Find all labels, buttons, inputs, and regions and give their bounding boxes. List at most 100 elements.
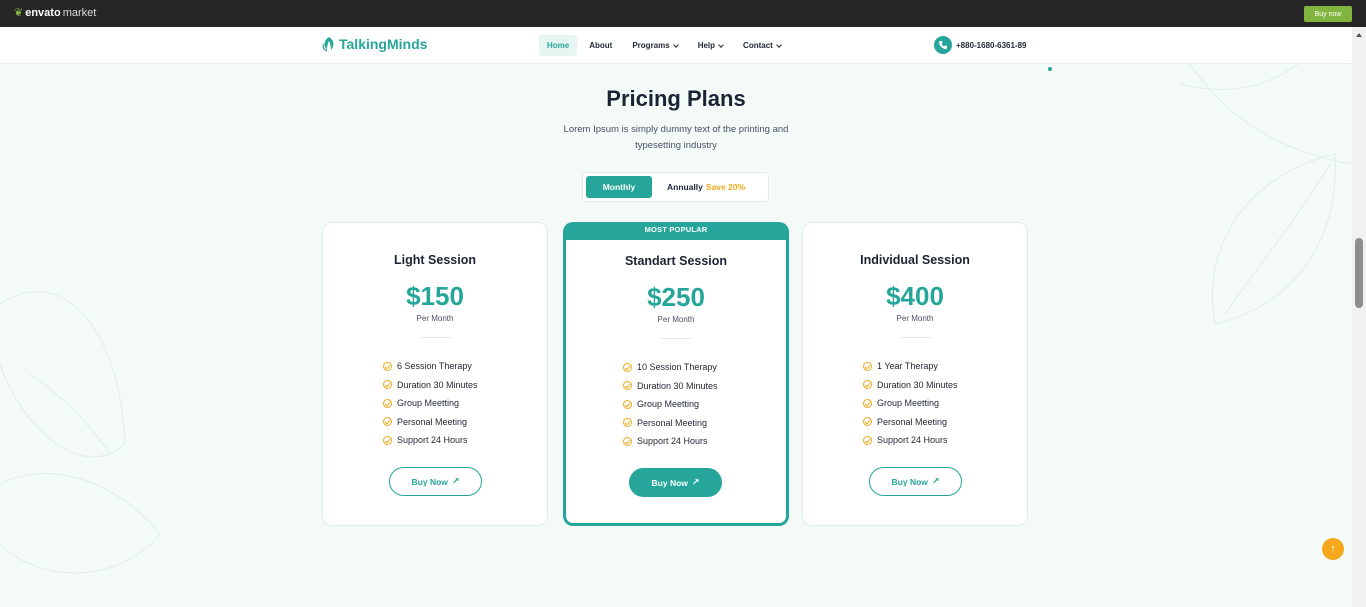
feature-text: Duration 30 Minutes xyxy=(637,380,718,391)
feature-text: Personal Meeting xyxy=(877,416,948,427)
feature-item: Duration 30 Minutes xyxy=(863,376,958,395)
arrow-up-right-icon: ↗ xyxy=(691,477,700,487)
main-menu: Home About Programs Help Contact xyxy=(539,35,793,56)
annually-label: Annually xyxy=(667,182,703,192)
feature-item: Group Meetting xyxy=(383,394,478,413)
check-circle-icon xyxy=(383,361,392,371)
feature-item: Duration 30 Minutes xyxy=(383,376,478,395)
nav-label: Programs xyxy=(632,41,670,50)
feature-text: 6 Session Therapy xyxy=(397,361,472,372)
toggle-annually-button[interactable]: Annually Save 20% xyxy=(667,176,745,198)
feature-item: Personal Meeting xyxy=(623,414,718,433)
page-scrollbar[interactable] xyxy=(1352,27,1366,607)
section-title: Pricing Plans xyxy=(606,86,746,111)
feature-item: 10 Session Therapy xyxy=(623,358,718,377)
feature-text: Support 24 Hours xyxy=(877,435,948,446)
check-circle-icon xyxy=(863,398,872,408)
envato-logo-text: envato xyxy=(25,6,61,19)
nav-item-help[interactable]: Help xyxy=(690,35,731,56)
leaf-icon xyxy=(322,37,334,52)
chevron-down-icon xyxy=(718,41,724,48)
plan-price: $250 xyxy=(647,282,705,312)
pricing-card-light: Light Session $150 Per Month 6 Session T… xyxy=(322,222,548,526)
nav-item-programs[interactable]: Programs xyxy=(624,35,685,56)
feature-text: Duration 30 Minutes xyxy=(877,379,958,390)
feature-text: Group Meetting xyxy=(397,398,460,409)
check-circle-icon xyxy=(383,417,392,427)
envato-top-bar: ❦ envato market Buy now xyxy=(0,0,1366,27)
check-circle-icon xyxy=(863,380,872,390)
arrow-up-right-icon: ↗ xyxy=(931,476,940,486)
feature-list: 6 Session Therapy Duration 30 Minutes Gr… xyxy=(383,357,478,450)
feature-text: Personal Meeting xyxy=(637,417,708,428)
pricing-card-standart: MOST POPULAR Standart Session $250 Per M… xyxy=(563,222,789,526)
plan-price: $400 xyxy=(886,281,944,311)
feature-item: Personal Meeting xyxy=(383,413,478,432)
nav-label: Home xyxy=(547,41,570,50)
arrow-up-icon: ↑ xyxy=(1330,543,1336,555)
feature-item: 6 Session Therapy xyxy=(383,357,478,376)
envato-logo-suffix: market xyxy=(62,6,97,19)
check-circle-icon xyxy=(623,362,632,372)
nav-label: About xyxy=(589,41,613,50)
plan-period: Per Month xyxy=(896,314,934,323)
feature-list: 10 Session Therapy Duration 30 Minutes G… xyxy=(623,358,718,451)
arrow-up-right-icon: ↗ xyxy=(451,476,460,486)
divider xyxy=(661,338,691,339)
buy-now-button[interactable]: Buy Now ↗ xyxy=(869,467,962,496)
toggle-monthly-button[interactable]: Monthly xyxy=(586,176,652,198)
phone-contact[interactable]: +880-1680-6361-89 xyxy=(934,36,1027,54)
scroll-up-arrow-icon[interactable] xyxy=(1356,33,1362,37)
check-circle-icon xyxy=(863,417,872,427)
scroll-to-top-button[interactable]: ↑ xyxy=(1322,538,1344,560)
brand-name: TalkingMinds xyxy=(339,36,428,52)
pricing-card-individual: Individual Session $400 Per Month 1 Year… xyxy=(802,222,1028,526)
feature-item: Group Meetting xyxy=(623,395,718,414)
plan-period: Per Month xyxy=(416,314,454,323)
plan-name: Individual Session xyxy=(860,253,970,267)
feature-item: Group Meetting xyxy=(863,394,958,413)
nav-label: Help xyxy=(697,41,716,50)
buy-now-button[interactable]: Buy Now ↗ xyxy=(389,467,482,496)
feature-item: Personal Meeting xyxy=(863,413,958,432)
feature-text: 1 Year Therapy xyxy=(877,361,938,372)
feature-text: Support 24 Hours xyxy=(397,435,468,446)
scrollbar-thumb[interactable] xyxy=(1355,238,1363,308)
phone-icon xyxy=(934,36,952,54)
nav-item-contact[interactable]: Contact xyxy=(735,35,789,56)
feature-text: 10 Session Therapy xyxy=(637,362,717,373)
save-badge: Save 20% xyxy=(705,182,746,192)
feature-list: 1 Year Therapy Duration 30 Minutes Group… xyxy=(863,357,958,450)
check-circle-icon xyxy=(863,435,872,445)
check-circle-icon xyxy=(383,380,392,390)
feature-item: Support 24 Hours xyxy=(383,431,478,450)
chevron-down-icon xyxy=(672,41,679,48)
divider xyxy=(421,337,451,338)
check-circle-icon xyxy=(623,436,632,446)
buy-now-button[interactable]: Buy Now ↗ xyxy=(629,468,722,497)
check-circle-icon xyxy=(383,398,392,408)
feature-text: Group Meetting xyxy=(637,399,700,410)
feature-text: Support 24 Hours xyxy=(637,436,708,447)
buy-now-label: Buy Now xyxy=(891,476,928,487)
feature-text: Duration 30 Minutes xyxy=(397,379,478,390)
decorative-dot xyxy=(1048,67,1052,71)
section-subtitle: Lorem Ipsum is simply dummy text of the … xyxy=(563,124,789,151)
feature-item: Support 24 Hours xyxy=(623,432,718,451)
feature-item: Support 24 Hours xyxy=(863,431,958,450)
billing-toggle: Monthly Annually Save 20% xyxy=(582,172,769,202)
feature-item: 1 Year Therapy xyxy=(863,357,958,376)
feature-item: Duration 30 Minutes xyxy=(623,377,718,396)
check-circle-icon xyxy=(383,435,392,445)
divider xyxy=(901,337,931,338)
nav-item-home[interactable]: Home xyxy=(539,35,578,56)
chevron-down-icon xyxy=(775,41,782,48)
nav-item-about[interactable]: About xyxy=(581,35,620,56)
envato-buy-now-button[interactable]: Buy now xyxy=(1304,6,1352,22)
brand-logo[interactable]: TalkingMinds xyxy=(322,36,427,52)
check-circle-icon xyxy=(623,418,632,428)
envato-leaf-icon: ❦ xyxy=(14,7,24,19)
site-header: TalkingMinds Home About Programs Help Co… xyxy=(0,27,1352,64)
plan-period: Per Month xyxy=(657,315,695,324)
envato-logo[interactable]: ❦ envato market xyxy=(14,6,97,20)
